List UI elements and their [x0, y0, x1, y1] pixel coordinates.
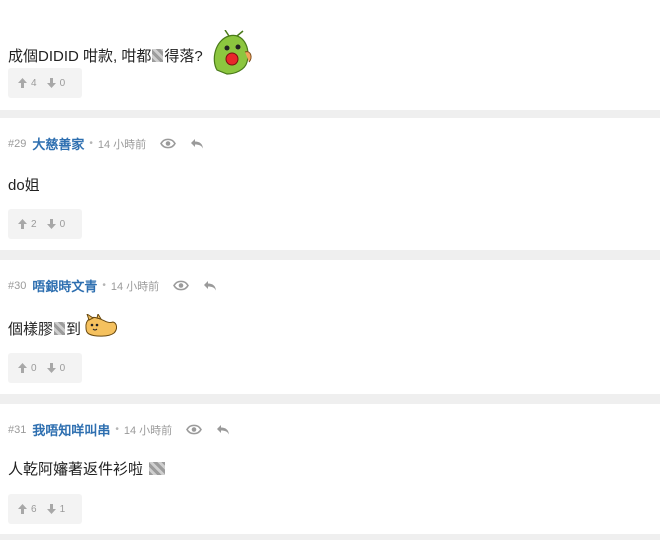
- post-time: 14 小時前: [97, 138, 147, 151]
- post-number[interactable]: #29: [8, 138, 26, 150]
- post-text: do姐: [8, 177, 40, 194]
- arrow-up-icon: [18, 504, 27, 514]
- username-link[interactable]: 大慈善家: [32, 134, 84, 153]
- downvote-button[interactable]: 0: [46, 362, 66, 374]
- downvote-button[interactable]: 1: [46, 503, 66, 515]
- arrow-up-icon: [18, 78, 27, 88]
- upvote-button[interactable]: 2: [18, 219, 37, 230]
- reply-icon[interactable]: [216, 424, 230, 435]
- eye-icon[interactable]: [160, 138, 177, 149]
- upvote-count: 2: [31, 218, 37, 230]
- downvote-count: 0: [59, 362, 66, 374]
- post-header: #30 唔銀時文青 • 14 小時前: [8, 276, 217, 295]
- arrow-down-icon: [46, 363, 56, 373]
- post-card: #30 唔銀時文青 • 14 小時前 個樣膠 到 0 0: [0, 260, 660, 394]
- post-card: 成個DIDID 咁款, 咁都 得落? 4 0: [0, 0, 660, 110]
- upvote-count: 6: [31, 503, 37, 515]
- post-card: #31 我唔知咩叫串 • 14 小時前 人乾阿嬸著返件衫啦 6 1: [0, 404, 660, 534]
- vote-box: 2 0: [8, 209, 82, 239]
- arrow-down-icon: [46, 219, 56, 229]
- separator-dot: •: [115, 424, 119, 435]
- upvote-count: 4: [31, 77, 37, 89]
- green-cucumber-sticker: [207, 29, 255, 80]
- arrow-down-icon: [46, 78, 56, 88]
- username-link[interactable]: 我唔知咩叫串: [32, 420, 110, 439]
- eye-icon[interactable]: [186, 424, 203, 435]
- vote-box: 0 0: [8, 353, 82, 383]
- reply-icon[interactable]: [203, 280, 217, 291]
- post-time: 14 小時前: [110, 280, 160, 293]
- upvote-button[interactable]: 6: [18, 504, 37, 515]
- downvote-count: 0: [59, 77, 66, 89]
- post-text: 得落?: [164, 47, 203, 65]
- downvote-count: 1: [59, 503, 66, 515]
- downvote-count: 0: [59, 218, 66, 230]
- downvote-button[interactable]: 0: [46, 218, 66, 230]
- post-number[interactable]: #30: [8, 280, 26, 292]
- arrow-up-icon: [18, 363, 27, 373]
- eye-icon[interactable]: [173, 280, 190, 291]
- censored-word: [54, 321, 66, 335]
- dog-sticker: [83, 312, 119, 342]
- post-text: 成個DIDID 咁款, 咁都: [8, 47, 152, 65]
- separator-dot: •: [89, 138, 93, 149]
- post-text: 個樣膠: [8, 320, 54, 338]
- post-header: #29 大慈善家 • 14 小時前: [8, 134, 204, 153]
- post-body: do姐: [8, 174, 40, 195]
- censored-word: [149, 462, 166, 475]
- reply-icon[interactable]: [190, 138, 204, 149]
- arrow-up-icon: [18, 219, 27, 229]
- post-number[interactable]: #31: [8, 424, 26, 436]
- post-header: #31 我唔知咩叫串 • 14 小時前: [8, 420, 230, 439]
- separator-dot: •: [102, 280, 106, 291]
- vote-box: 4 0: [8, 68, 82, 98]
- post-body: 人乾阿嬸著返件衫啦: [8, 458, 166, 479]
- vote-box: 6 1: [8, 494, 82, 524]
- post-text: 到: [66, 320, 82, 338]
- username-link[interactable]: 唔銀時文青: [32, 276, 97, 295]
- post-body: 個樣膠 到: [8, 312, 119, 342]
- downvote-button[interactable]: 0: [46, 77, 66, 89]
- arrow-down-icon: [46, 504, 56, 514]
- upvote-count: 0: [31, 362, 37, 374]
- censored-word: [152, 48, 164, 62]
- post-card: #29 大慈善家 • 14 小時前 do姐 2 0: [0, 118, 660, 250]
- post-text: 人乾阿嬸著返件衫啦: [8, 461, 144, 478]
- post-time: 14 小時前: [123, 424, 173, 437]
- upvote-button[interactable]: 0: [18, 363, 37, 374]
- upvote-button[interactable]: 4: [18, 78, 37, 89]
